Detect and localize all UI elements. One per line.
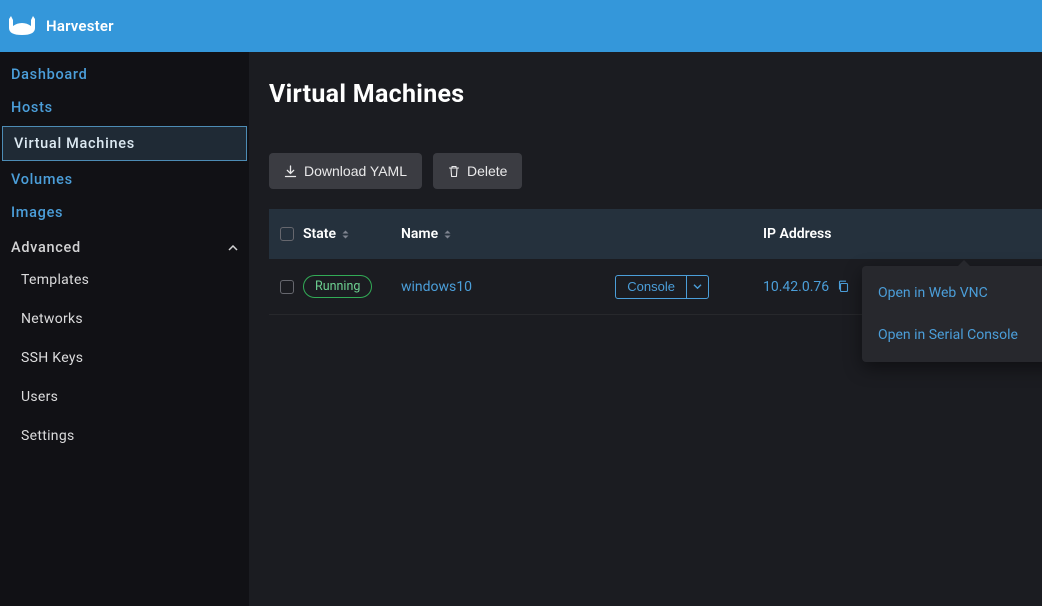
sidebar-item-settings[interactable]: Settings <box>21 417 249 456</box>
sidebar-advanced-children: Templates Networks SSH Keys Users Settin… <box>0 263 249 456</box>
bull-icon <box>6 15 38 37</box>
ip-address: 10.42.0.76 <box>763 279 829 295</box>
chevron-down-icon <box>693 284 702 289</box>
main-content: Virtual Machines Download YAML Delete St… <box>249 52 1042 606</box>
download-yaml-button[interactable]: Download YAML <box>269 153 422 189</box>
copy-icon[interactable] <box>837 280 850 293</box>
sidebar: Dashboard Hosts Virtual Machines Volumes… <box>0 52 249 606</box>
delete-label: Delete <box>467 163 507 179</box>
column-state-label: State <box>303 226 336 242</box>
sidebar-item-volumes[interactable]: Volumes <box>0 163 249 196</box>
console-dropdown-menu: Open in Web VNC Open in Serial Console <box>862 266 1042 362</box>
header-bar: Harvester <box>0 0 1042 52</box>
column-header-state[interactable]: State <box>303 226 401 242</box>
column-header-name[interactable]: Name <box>401 226 763 242</box>
download-icon <box>284 165 297 178</box>
chevron-up-icon <box>228 241 238 254</box>
table-header: State Name IP Address <box>269 209 1042 259</box>
sidebar-item-dashboard[interactable]: Dashboard <box>0 58 249 91</box>
vm-table: State Name IP Address <box>269 209 1042 315</box>
download-yaml-label: Download YAML <box>304 163 407 179</box>
sidebar-item-ssh-keys[interactable]: SSH Keys <box>21 339 249 378</box>
row-checkbox[interactable] <box>280 280 294 294</box>
toolbar: Download YAML Delete <box>269 153 1042 189</box>
trash-icon <box>448 165 460 178</box>
column-ip-label: IP Address <box>763 226 831 242</box>
console-dropdown-toggle[interactable] <box>686 276 708 298</box>
sort-icon <box>444 230 451 239</box>
sidebar-item-users[interactable]: Users <box>21 378 249 417</box>
sidebar-item-templates[interactable]: Templates <box>21 263 249 300</box>
sidebar-item-virtual-machines[interactable]: Virtual Machines <box>2 126 247 161</box>
sidebar-section-label: Advanced <box>11 239 81 256</box>
vm-name-link[interactable]: windows10 <box>401 279 472 295</box>
brand-name: Harvester <box>46 17 114 35</box>
delete-button[interactable]: Delete <box>433 153 522 189</box>
state-badge: Running <box>303 275 372 298</box>
select-all-checkbox[interactable] <box>280 227 294 241</box>
dropdown-item-serial-console[interactable]: Open in Serial Console <box>862 314 1042 356</box>
page-title: Virtual Machines <box>269 80 1042 109</box>
sidebar-section-advanced[interactable]: Advanced <box>0 232 249 263</box>
column-name-label: Name <box>401 226 438 242</box>
console-button-group: Console <box>615 275 709 299</box>
console-button[interactable]: Console <box>616 276 686 298</box>
sort-icon <box>342 230 349 239</box>
brand-logo: Harvester <box>6 15 114 37</box>
sidebar-item-networks[interactable]: Networks <box>21 300 249 339</box>
dropdown-item-web-vnc[interactable]: Open in Web VNC <box>862 272 1042 314</box>
column-header-ip[interactable]: IP Address <box>763 226 1042 242</box>
sidebar-item-hosts[interactable]: Hosts <box>0 91 249 124</box>
sidebar-item-images[interactable]: Images <box>0 196 249 229</box>
